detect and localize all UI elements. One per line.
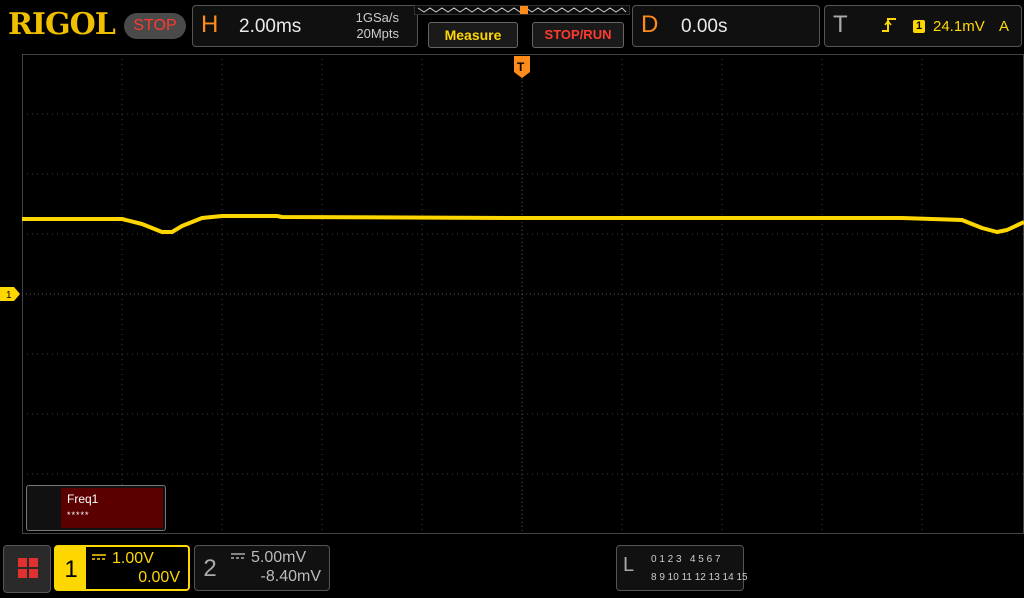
trigger-panel[interactable]: T 1 24.1mV A	[824, 5, 1022, 47]
logic-analyzer-panel[interactable]: L 0 1 2 3 4 5 6 7 8 9 10 11 12 13 14 15	[616, 545, 748, 591]
grid-menu-icon	[18, 558, 38, 578]
logic-channels-row-2: 8 9 10 11 12 13 14 15	[651, 572, 748, 583]
trigger-level: 24.1mV	[933, 18, 985, 35]
trigger-label: T	[833, 11, 848, 38]
delay-value: 0.00s	[681, 16, 728, 37]
ch1-marker-label: 1	[6, 290, 12, 301]
rising-edge-icon	[882, 18, 896, 32]
channel-1-panel[interactable]: 1 1.00V 0.00V	[54, 545, 190, 591]
sample-rate: 1GSa/s	[355, 10, 399, 25]
measurement-panel[interactable]: Freq1 *****	[26, 485, 166, 531]
channel-2-number: 2	[203, 555, 217, 582]
horizontal-label: H	[201, 11, 219, 38]
horizontal-panel[interactable]: H 2.00ms 1GSa/s 20Mpts	[192, 5, 418, 47]
home-button[interactable]	[3, 545, 51, 593]
channel-2-scale: 5.00mV	[251, 549, 307, 566]
center-axes	[22, 54, 1024, 534]
dc-coupling-icon	[231, 553, 245, 559]
stop-run-button[interactable]: STOP/RUN	[532, 22, 624, 48]
trigger-mode: A	[999, 18, 1010, 35]
waveform-graticule[interactable]	[22, 54, 1024, 534]
measurement-value: *****	[67, 510, 90, 520]
channel-2-panel[interactable]: 2 5.00mV -8.40mV	[194, 545, 330, 591]
run-state-badge[interactable]: STOP	[124, 13, 186, 39]
channel-1-scale: 1.00V	[112, 550, 154, 567]
delay-panel[interactable]: D 0.00s	[632, 5, 820, 47]
position-marker	[520, 6, 528, 14]
measure-button[interactable]: Measure	[428, 22, 518, 48]
trigger-position-marker[interactable]: T	[514, 56, 530, 78]
logic-channels-row-1: 0 1 2 3 4 5 6 7	[651, 554, 721, 565]
dc-coupling-icon	[92, 554, 106, 560]
channel-2-offset: -8.40mV	[260, 568, 321, 585]
top-bar: RIGOL STOP H 2.00ms 1GSa/s 20Mpts Measur…	[0, 0, 1024, 52]
trigger-marker-label: T	[517, 60, 525, 74]
memory-depth: 20Mpts	[356, 26, 399, 41]
ch1-trace	[22, 214, 1024, 234]
channel-1-number: 1	[56, 547, 86, 589]
logic-label: L	[623, 554, 635, 576]
trigger-source-badge: 1	[913, 20, 925, 33]
ch1-ground-marker[interactable]: 1	[0, 287, 20, 301]
timebase-value: 2.00ms	[239, 16, 302, 37]
channel-1-offset: 0.00V	[138, 569, 180, 586]
delay-label: D	[641, 11, 659, 38]
brand-logo: RIGOL	[8, 7, 116, 42]
measurement-name: Freq1	[67, 492, 99, 506]
